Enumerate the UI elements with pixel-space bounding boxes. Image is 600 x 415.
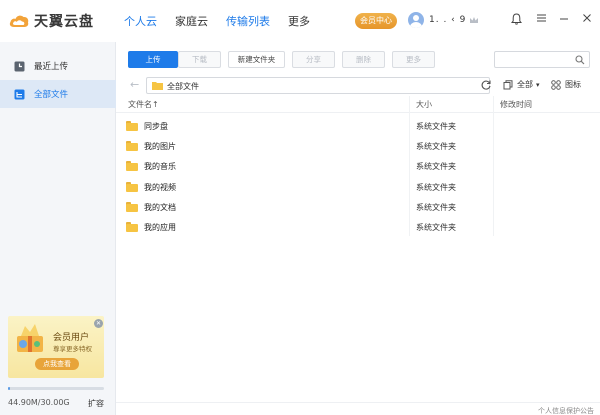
user-name[interactable]: 1. . ‹ 9	[429, 15, 466, 25]
current-path: 全部文件	[167, 82, 199, 91]
table-row[interactable]: 我的应用 系统文件夹	[116, 218, 600, 238]
privacy-notice-link[interactable]: 个人信息保护公告	[538, 406, 594, 415]
cloud-logo-icon	[9, 15, 29, 27]
upload-button[interactable]: 上传	[128, 51, 178, 68]
refresh-icon[interactable]	[480, 79, 492, 91]
vip-promo-banner[interactable]: 会员用户 尊享更多特权 点我查看 ✕	[8, 316, 104, 378]
file-name[interactable]: 同步盘	[144, 121, 168, 132]
sidebar-item-all-files[interactable]: 全部文件	[0, 80, 116, 108]
path-field[interactable]: 全部文件	[146, 77, 490, 94]
file-name[interactable]: 我的视频	[144, 182, 176, 193]
toolbar: 上传 下载 新建文件夹 分享 删除 更多	[116, 42, 600, 74]
storage-quota-text: 44.90M/30.00G	[8, 398, 70, 407]
avatar[interactable]	[408, 12, 424, 28]
table-row[interactable]: 我的文档 系统文件夹	[116, 198, 600, 218]
expand-storage-link[interactable]: 扩容	[88, 398, 104, 409]
crown-icon	[470, 17, 479, 23]
grid-view-icon	[551, 79, 561, 90]
sidebar-item-label: 最近上传	[34, 62, 69, 72]
download-button[interactable]: 下载	[178, 51, 221, 68]
file-size: 系统文件夹	[416, 222, 456, 232]
sidebar-item-label: 全部文件	[34, 90, 69, 100]
chevron-down-icon: ▾	[536, 80, 540, 89]
file-name[interactable]: 我的图片	[144, 141, 176, 152]
delete-button[interactable]: 删除	[342, 51, 385, 68]
menu-icon[interactable]	[536, 13, 547, 26]
user-account[interactable]: 1. . ‹ 9	[408, 12, 479, 28]
promo-view-button[interactable]: 点我查看	[35, 358, 79, 370]
file-name[interactable]: 我的文档	[144, 202, 176, 213]
tab-more[interactable]: 更多	[288, 13, 310, 29]
folder-icon	[126, 141, 138, 152]
promo-title: 会员用户	[53, 333, 90, 343]
view-mode-toggle[interactable]: 图标	[551, 79, 581, 90]
filter-label: 全部	[517, 80, 533, 89]
vip-center-button[interactable]: 会员中心	[355, 13, 397, 29]
folder-tree-icon	[14, 89, 25, 99]
table-row[interactable]: 我的视频 系统文件夹	[116, 178, 600, 198]
file-list-header: 文件名↑ 大小 修改时间	[116, 96, 600, 113]
promo-close-icon[interactable]: ✕	[94, 319, 103, 328]
file-size: 系统文件夹	[416, 182, 456, 192]
table-row[interactable]: 我的图片 系统文件夹	[116, 137, 600, 157]
storage-quota-fill	[8, 387, 10, 390]
column-header-size[interactable]: 大小	[416, 99, 432, 110]
clock-icon	[14, 61, 25, 71]
tab-transfer-list[interactable]: 传输列表	[226, 13, 270, 29]
gift-crown-icon	[17, 324, 43, 352]
title-bar: 天翼云盘 个人云 家庭云 传输列表 更多 会员中心 1. . ‹ 9	[0, 0, 600, 42]
minimize-icon[interactable]	[559, 13, 569, 26]
storage-quota-bar	[8, 387, 104, 390]
new-folder-button[interactable]: 新建文件夹	[228, 51, 285, 68]
sidebar: 最近上传 全部文件 会员用户 尊享更多特权 点我查看 ✕	[0, 42, 116, 415]
folder-icon	[126, 121, 138, 131]
tab-personal-cloud[interactable]: 个人云	[124, 13, 157, 29]
main-nav: 个人云 家庭云 传输列表 更多	[124, 13, 328, 29]
share-button[interactable]: 分享	[292, 51, 335, 68]
copy-icon	[503, 79, 513, 89]
sidebar-item-recent-uploads[interactable]: 最近上传	[0, 52, 116, 80]
folder-icon	[126, 201, 138, 212]
folder-icon	[126, 161, 138, 172]
bell-icon[interactable]	[510, 13, 523, 28]
app-title: 天翼云盘	[34, 14, 94, 30]
file-size: 系统文件夹	[416, 202, 456, 212]
close-icon[interactable]	[582, 13, 592, 26]
table-row[interactable]: 同步盘 系统文件夹	[116, 117, 600, 137]
view-mode-label: 图标	[565, 80, 581, 89]
status-bar: 个人信息保护公告	[116, 402, 600, 415]
folder-icon	[126, 221, 138, 232]
tab-family-cloud[interactable]: 家庭云	[175, 13, 208, 29]
file-name[interactable]: 我的应用	[144, 222, 176, 233]
folder-icon	[152, 82, 163, 90]
back-arrow-icon[interactable]: ←	[130, 78, 139, 91]
file-size: 系统文件夹	[416, 122, 456, 131]
promo-subtitle: 尊享更多特权	[53, 345, 92, 353]
file-size: 系统文件夹	[416, 142, 456, 152]
app-logo: 天翼云盘	[8, 11, 94, 31]
more-button[interactable]: 更多	[392, 51, 435, 68]
column-header-name[interactable]: 文件名↑	[128, 99, 159, 110]
filter-dropdown[interactable]: 全部 ▾	[503, 79, 540, 90]
search-icon[interactable]	[575, 55, 585, 65]
table-row[interactable]: 我的音乐 系统文件夹	[116, 157, 600, 177]
file-list: 同步盘 系统文件夹 我的图片 系统文件夹 我的音乐 系统文件夹 我的视频 系统文…	[116, 117, 600, 238]
path-bar: ← 全部文件 全部 ▾ 图标	[116, 74, 600, 96]
file-name[interactable]: 我的音乐	[144, 161, 176, 172]
column-header-modified[interactable]: 修改时间	[500, 99, 532, 110]
search-input[interactable]	[494, 51, 590, 68]
folder-icon	[126, 181, 138, 192]
file-size: 系统文件夹	[416, 162, 456, 172]
